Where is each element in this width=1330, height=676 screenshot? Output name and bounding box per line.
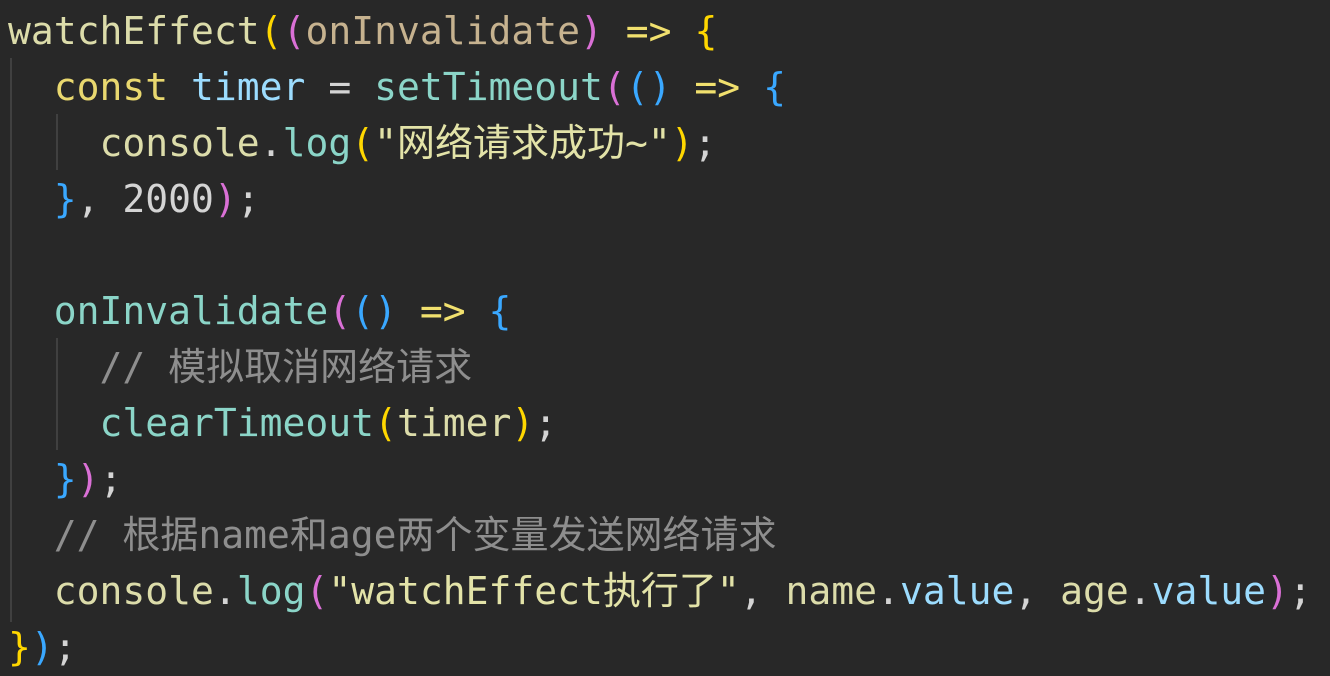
code-token: , [76, 177, 123, 221]
code-token: log [282, 121, 352, 165]
code-token: console [99, 121, 260, 165]
code-token: ; [99, 457, 123, 501]
code-token: { [488, 289, 512, 333]
code-token: setTimeout [374, 65, 603, 109]
code-token: watchEffect [8, 9, 260, 53]
code-token: ; [53, 625, 77, 669]
code-token: ) [1266, 569, 1289, 613]
code-token: onInvalidate [53, 289, 329, 333]
code-token: () [625, 65, 672, 109]
code-token: timer [396, 401, 512, 445]
code-line[interactable]: watchEffect((onInvalidate) => { [8, 3, 717, 59]
code-line[interactable]: }); [8, 451, 123, 507]
code-line[interactable]: const timer = setTimeout(() => { [8, 59, 786, 115]
code-line[interactable]: onInvalidate(() => { [8, 283, 512, 339]
code-token: ( [351, 121, 375, 165]
code-line[interactable]: clearTimeout(timer); [8, 395, 558, 451]
code-token: => [625, 9, 672, 53]
code-token: ( [259, 9, 283, 53]
code-token: } [53, 177, 77, 221]
code-token: ) [670, 121, 694, 165]
code-token: ; [236, 177, 260, 221]
code-token: ; [534, 401, 558, 445]
code-token: { [694, 9, 718, 53]
code-token: } [53, 457, 77, 501]
code-token: clearTimeout [99, 401, 375, 445]
code-token: ) [76, 457, 100, 501]
code-token: ( [374, 401, 397, 445]
code-token: name [785, 569, 878, 613]
code-token: ( [602, 65, 626, 109]
code-token: ( [305, 569, 329, 613]
code-token: "网络请求成功~" [374, 121, 671, 165]
code-token: . [877, 569, 900, 613]
code-line[interactable]: // 根据name和age两个变量发送网络请求 [8, 507, 777, 563]
code-token: ; [693, 121, 717, 165]
code-token: onInvalidate [305, 9, 580, 53]
code-token: timer [191, 65, 306, 109]
code-token: value [1151, 569, 1267, 613]
code-token: ) [30, 625, 54, 669]
code-token: ) [511, 401, 535, 445]
code-token: } [8, 625, 31, 669]
code-line[interactable]: console.log("watchEffect执行了", name.value… [8, 563, 1312, 619]
code-token: ( [282, 9, 306, 53]
code-token: age [1060, 569, 1129, 613]
code-token: . [259, 121, 283, 165]
code-token: 2000 [122, 177, 214, 221]
code-token: => [419, 289, 466, 333]
code-token: , [1014, 569, 1061, 613]
code-token: { [763, 65, 786, 109]
code-token: const [53, 65, 169, 109]
code-token: , [739, 569, 786, 613]
code-token: ) [213, 177, 237, 221]
code-line[interactable]: // 模拟取消网络请求 [8, 339, 473, 395]
code-token: log [236, 569, 306, 613]
code-editor[interactable]: watchEffect((onInvalidate) => { const ti… [0, 0, 1330, 676]
code-token: // 根据name和age两个变量发送网络请求 [53, 513, 777, 557]
code-line[interactable]: }, 2000); [8, 171, 260, 227]
code-token: ( [328, 289, 352, 333]
code-token: . [213, 569, 237, 613]
code-token: ) [580, 9, 603, 53]
code-line[interactable]: }); [8, 619, 77, 675]
code-token: . [1128, 569, 1152, 613]
code-token: ; [1288, 569, 1312, 613]
code-token: => [694, 65, 741, 109]
code-token: console [53, 569, 214, 613]
code-token: // 模拟取消网络请求 [99, 345, 473, 389]
code-token: value [899, 569, 1015, 613]
code-token: = [305, 65, 375, 109]
code-token: () [351, 289, 397, 333]
code-line[interactable]: console.log("网络请求成功~"); [8, 115, 717, 171]
code-token: "watchEffect执行了" [328, 569, 740, 613]
